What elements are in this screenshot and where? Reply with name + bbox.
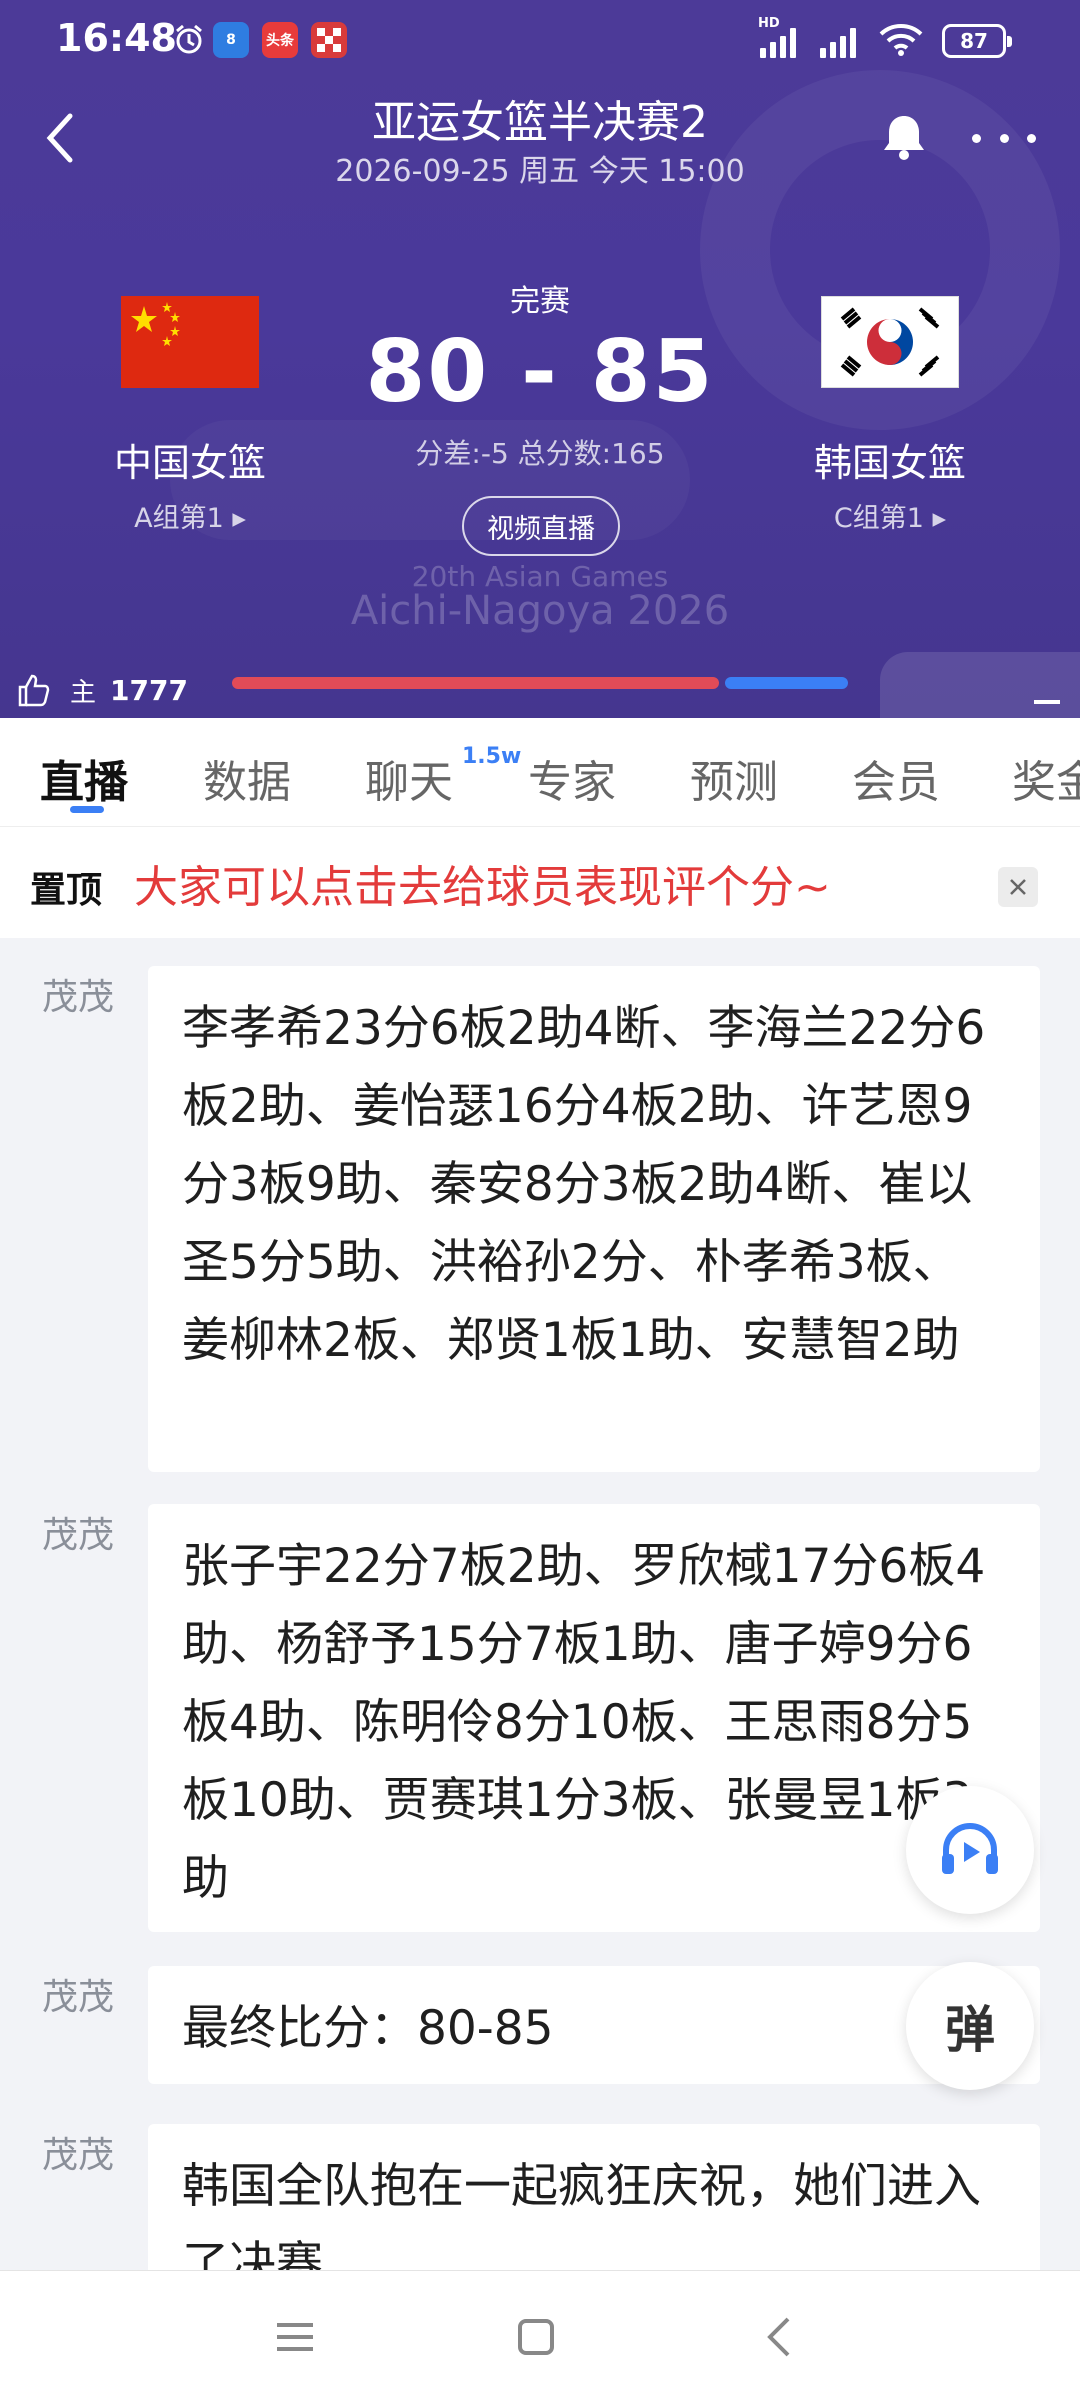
danmu-label: 弹 [945,2001,995,2059]
signal-icon [820,26,856,58]
message-author: 茂茂 [42,1977,115,2018]
status-time: 16:48 [56,16,177,60]
away-team-name[interactable]: 韩国女篮 [740,432,1040,487]
message-author: 茂茂 [42,1515,115,1556]
system-nav-bar [0,2270,1080,2400]
home-support-bar [232,677,719,689]
support-like-button[interactable]: 主 1777 [16,666,188,714]
chevron-left-icon [767,2317,790,2357]
collapse-handle[interactable] [880,652,1080,718]
tab-member[interactable]: 会员 [852,746,940,810]
app-root: 16:48 8 头条 HD 87 亚运女篮半决赛2 2026-09-25 周五 … [0,0,1080,2400]
alarm-icon [172,20,206,60]
pinned-text[interactable]: 大家可以点击去给球员表现评个分~ [134,851,831,915]
menu-icon [277,2323,313,2351]
tab-bonus[interactable]: 奖金 [1012,746,1080,810]
system-back-button[interactable] [750,2307,810,2367]
home-team-name[interactable]: 中国女篮 [40,432,340,487]
active-tab-indicator [70,806,104,813]
tab-live[interactable]: 直播 [40,746,128,810]
home-button[interactable] [506,2307,566,2367]
chevron-left-icon [46,113,73,163]
thumbs-up-icon [18,674,50,707]
status-bar: 16:48 8 头条 HD 87 [0,0,1080,82]
message-author: 茂茂 [42,977,115,1018]
notification-bell-button[interactable] [876,108,932,164]
toutiao-badge-icon: 头条 [262,22,298,58]
match-header: 16:48 8 头条 HD 87 亚运女篮半决赛2 2026-09-25 周五 … [0,0,1080,718]
battery-icon: 87 [942,24,1012,58]
bell-icon [884,116,924,160]
page-title: 亚运女篮半决赛2 [372,97,708,148]
home-team-group[interactable]: A组第1 ▸ [40,496,340,535]
away-support-bar [725,677,848,689]
tab-bar: 直播 数据 聊天 1.5w 专家 预测 会员 奖金 [0,718,1080,826]
browser-badge-icon: 8 [213,22,249,58]
china-flag-icon [121,296,259,388]
match-status: 完赛 [510,284,570,319]
message-text: 李孝希23分6板2助4断、李海兰22分6板2助、姜怡瑟16分4板2助、许艺恩9分… [148,966,1040,1472]
square-icon [518,2319,554,2355]
wifi-icon [878,20,924,60]
support-count: 1777 [110,673,188,707]
close-icon [1010,879,1026,895]
pinned-notice: 置顶 大家可以点击去给球员表现评个分~ [0,826,1080,938]
message-author: 茂茂 [42,2135,115,2176]
close-pinned-button[interactable] [998,867,1038,907]
korea-flag-icon [821,296,959,388]
headphones-play-icon [942,1823,998,1874]
games-watermark: Aichi-Nagoya 2026 [350,588,730,634]
tab-predict[interactable]: 预测 [690,746,778,810]
match-datetime: 2026-09-25 周五 今天 15:00 [335,154,745,189]
live-feed[interactable]: 茂茂 李孝希23分6板2助4断、李海兰22分6板2助、姜怡瑟16分4板2助、许艺… [0,938,1080,2270]
video-live-button[interactable]: 视频直播 [462,496,620,556]
danmu-toggle-button[interactable]: 弹 [906,1962,1034,2090]
tab-experts[interactable]: 专家 [528,746,616,810]
support-home-label: 主 [70,677,97,708]
more-options-button[interactable] [972,118,1036,158]
tab-chat[interactable]: 聊天 [365,746,453,810]
match-score: 80 - 85 [365,322,715,422]
message-text: 韩国全队抱在一起疯狂庆祝，她们进入了决赛 [148,2124,1040,2270]
audio-play-button[interactable] [906,1786,1034,1914]
message-text: 张子宇22分7板2助、罗欣棫17分6板4助、杨舒予15分7板1助、唐子婷9分6板… [148,1504,1040,1932]
game-badge-icon [311,22,347,58]
tab-data[interactable]: 数据 [203,746,291,810]
recent-apps-button[interactable] [265,2307,325,2367]
pinned-tag: 置顶 [30,870,103,911]
score-summary: 分差:-5 总分数:165 [415,437,665,470]
away-team-group[interactable]: C组第1 ▸ [740,496,1040,535]
back-button[interactable] [30,108,90,168]
signal-icon [760,26,796,58]
chat-count-badge: 1.5w [462,744,522,769]
